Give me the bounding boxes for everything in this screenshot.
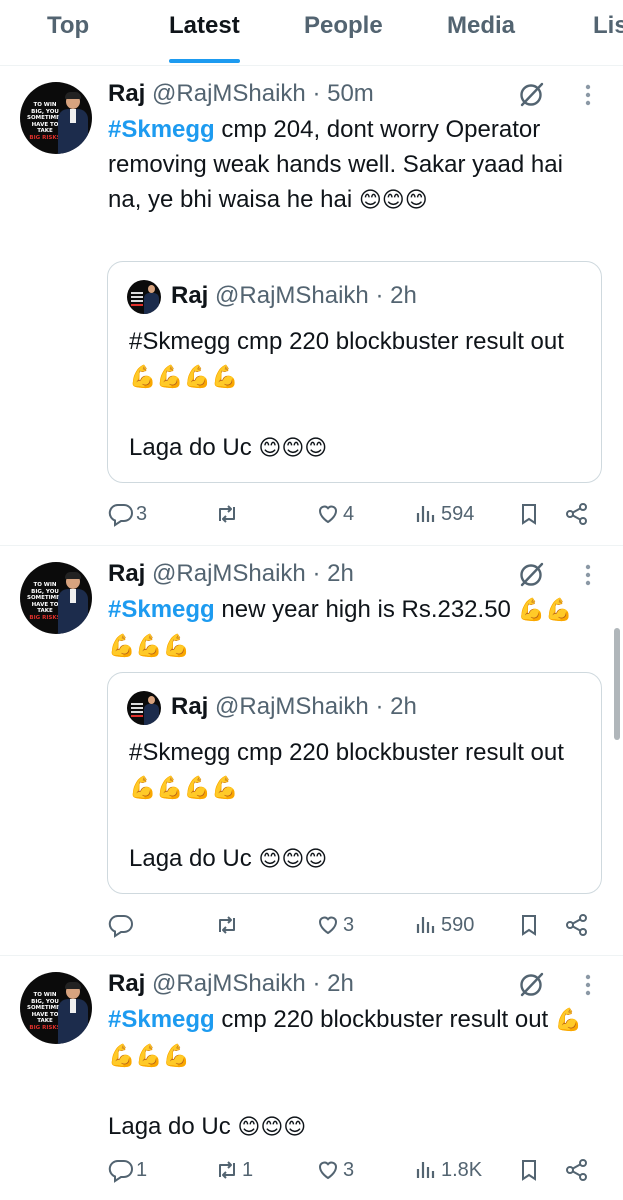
reply-button[interactable]: 3 — [108, 499, 147, 529]
views-icon — [416, 917, 435, 933]
tweet-text: #Skmegg cmp 220 blockbuster result out 💪… — [108, 1006, 583, 1140]
like-button[interactable]: 3 — [315, 910, 354, 940]
tweet[interactable]: TO WIN BIG, YOU SOMETIMES HAVE TO TAKE BIG RI… — [0, 546, 623, 956]
timestamp[interactable]: · 50m — [312, 80, 373, 107]
repost-icon — [219, 1161, 235, 1179]
like-icon — [318, 505, 338, 524]
tweet-text: #Skmegg new year high is Rs.232.50 💪💪💪💪💪 — [108, 596, 573, 659]
share-icon — [566, 503, 587, 525]
more-icon[interactable] — [578, 970, 598, 1000]
tweet[interactable]: TO WIN BIG, YOU SOMETIMES HAVE TO TAKE BIG RI… — [0, 956, 623, 1200]
tweet-header: Raj @RajMShaikh · 2h — [108, 559, 354, 589]
quote-header: Raj @RajMShaikh · 2h — [171, 282, 417, 309]
reply-icon — [108, 914, 133, 938]
reply-button[interactable] — [108, 910, 136, 940]
avatar[interactable]: TO WIN BIG, YOU SOMETIMES HAVE TO TAKE BIG RI… — [20, 562, 92, 634]
views-button[interactable]: 590 — [413, 910, 474, 940]
repost-button[interactable] — [214, 499, 242, 529]
share-button[interactable] — [564, 910, 590, 940]
quoted-tweet[interactable]: Raj @RajMShaikh · 2h #Skmegg cmp 220 blo… — [107, 261, 602, 483]
hashtag[interactable]: #Skmegg — [108, 596, 215, 623]
reply-icon — [108, 503, 133, 527]
grok-icon[interactable] — [516, 560, 546, 590]
reply-icon — [108, 1159, 133, 1183]
tab-people[interactable]: People — [304, 0, 383, 65]
tab-lists[interactable]: Lis — [593, 0, 623, 65]
user-handle[interactable]: @RajMShaikh — [152, 560, 306, 587]
views-button[interactable]: 1.8K — [413, 1155, 482, 1185]
user-handle[interactable]: @RajMShaikh — [152, 80, 306, 107]
share-icon — [566, 1159, 587, 1181]
quoted-tweet[interactable]: Raj @RajMShaikh · 2h #Skmegg cmp 220 blo… — [107, 672, 602, 894]
more-icon[interactable] — [578, 560, 598, 590]
quote-text: #Skmegg cmp 220 blockbuster result out 💪… — [129, 739, 564, 872]
repost-icon — [219, 916, 235, 934]
display-name[interactable]: Raj — [108, 80, 145, 107]
quote-avatar — [127, 691, 161, 725]
user-handle[interactable]: @RajMShaikh — [152, 970, 306, 997]
share-button[interactable] — [564, 499, 590, 529]
share-button[interactable] — [564, 1155, 590, 1185]
repost-icon — [219, 505, 235, 523]
hashtag[interactable]: #Skmegg — [108, 116, 215, 143]
quote-text: #Skmegg cmp 220 blockbuster result out 💪… — [129, 328, 564, 461]
quote-header: Raj @RajMShaikh · 2h — [171, 693, 417, 720]
share-icon — [566, 914, 587, 936]
reply-button[interactable]: 1 — [108, 1155, 147, 1185]
bookmark-button[interactable] — [516, 910, 542, 940]
avatar[interactable]: TO WIN BIG, YOU SOMETIMES HAVE TO TAKE BIG RI… — [20, 972, 92, 1044]
tweet[interactable]: TO WIN BIG, YOU SOMETIMES HAVE TO TAKE BIG RI… — [0, 66, 623, 546]
tab-latest[interactable]: Latest — [169, 0, 240, 65]
grok-icon[interactable] — [516, 80, 546, 110]
bookmark-icon — [522, 1160, 536, 1181]
tab-top[interactable]: Top — [47, 0, 89, 65]
timestamp[interactable]: · 2h — [312, 970, 353, 997]
bookmark-button[interactable] — [516, 1155, 542, 1185]
scrollbar[interactable] — [614, 628, 620, 740]
like-icon — [318, 1161, 338, 1180]
bookmark-icon — [522, 915, 536, 936]
repost-button[interactable] — [214, 910, 242, 940]
like-icon — [318, 916, 338, 935]
bookmark-button[interactable] — [516, 499, 542, 529]
hashtag[interactable]: #Skmegg — [108, 1006, 215, 1033]
tab-bar: Top Latest People Media Lis — [0, 0, 623, 66]
action-bar: 3 590 — [0, 910, 623, 940]
display-name[interactable]: Raj — [108, 970, 145, 997]
tab-media[interactable]: Media — [447, 0, 515, 65]
views-button[interactable]: 594 — [413, 499, 474, 529]
tweet-text: #Skmegg cmp 204, dont worry Operator rem… — [108, 116, 563, 213]
more-icon[interactable] — [578, 80, 598, 110]
like-button[interactable]: 4 — [315, 499, 354, 529]
like-button[interactable]: 3 — [315, 1155, 354, 1185]
display-name[interactable]: Raj — [108, 560, 145, 587]
timestamp[interactable]: · 2h — [312, 560, 353, 587]
repost-button[interactable]: 1 — [214, 1155, 253, 1185]
tweet-header: Raj @RajMShaikh · 50m — [108, 79, 374, 109]
action-bar: 1 1 3 1.8K — [0, 1155, 623, 1185]
avatar[interactable]: TO WIN BIG, YOU SOMETIMES HAVE TO TAKE BIG RI… — [20, 82, 92, 154]
views-icon — [416, 1162, 435, 1178]
active-tab-indicator — [169, 59, 240, 63]
bookmark-icon — [522, 504, 536, 525]
quote-avatar — [127, 280, 161, 314]
views-icon — [416, 506, 435, 522]
action-bar: 3 4 594 — [0, 499, 623, 529]
grok-icon[interactable] — [516, 970, 546, 1000]
tweet-header: Raj @RajMShaikh · 2h — [108, 969, 354, 999]
